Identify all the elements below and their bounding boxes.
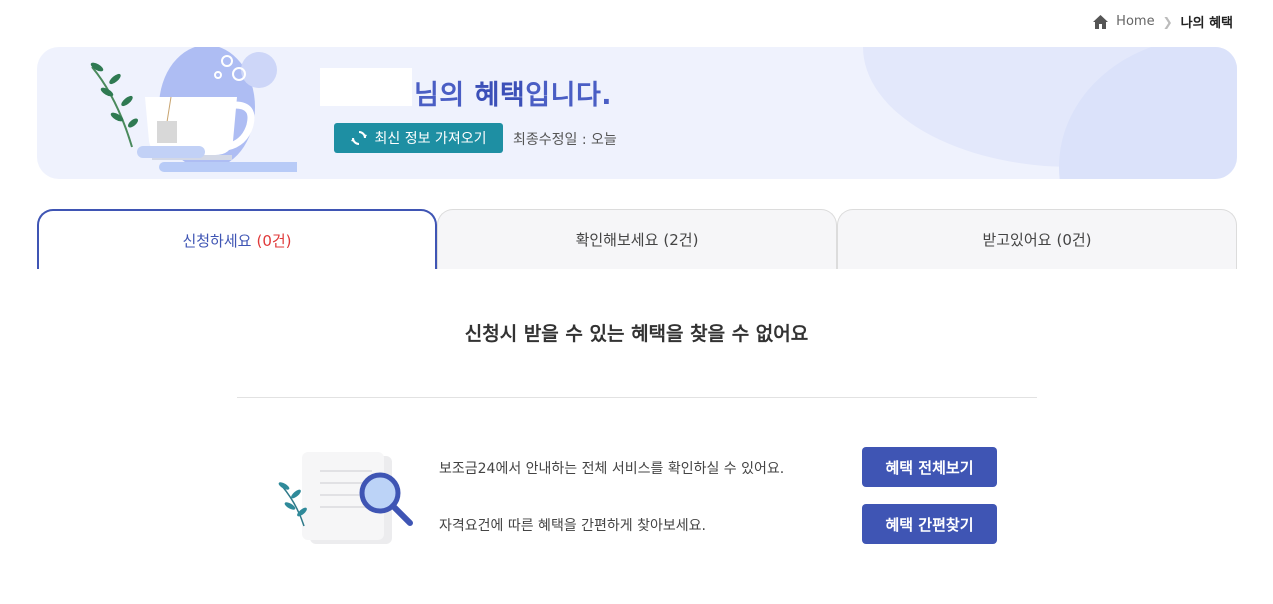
tab-count: (0건)	[256, 231, 292, 250]
easy-find-benefits-button[interactable]: 혜택 간편찾기	[862, 504, 997, 544]
benefit-tabs: 신청하세요 (0건) 확인해보세요 (2건) 받고있어요 (0건)	[37, 209, 1237, 271]
tab-apply[interactable]: 신청하세요 (0건)	[37, 209, 437, 271]
tab-count: (2건)	[663, 231, 699, 249]
user-name-mask	[320, 68, 412, 106]
refresh-icon	[350, 131, 367, 145]
tab-check[interactable]: 확인해보세요 (2건)	[437, 209, 837, 269]
breadcrumb-home-link[interactable]: Home	[1116, 14, 1154, 29]
tea-cup-illustration	[90, 47, 297, 172]
tab-receiving[interactable]: 받고있어요 (0건)	[837, 209, 1237, 269]
benefit-banner: 님의 혜택입니다. 최신 정보 가져오기 최종수정일 : 오늘	[37, 47, 1237, 179]
refresh-info-button[interactable]: 최신 정보 가져오기	[334, 123, 503, 153]
tab-label: 받고있어요	[982, 231, 1052, 249]
empty-state-message: 신청시 받을 수 있는 혜택을 찾을 수 없어요	[464, 323, 809, 345]
tab-count: (0건)	[1056, 231, 1092, 249]
divider	[237, 397, 1037, 398]
info-easy-find-text: 자격요건에 따른 혜택을 간편하게 찾아보세요.	[439, 518, 706, 534]
view-all-benefits-button[interactable]: 혜택 전체보기	[862, 447, 997, 487]
document-search-illustration	[278, 452, 413, 544]
info-all-services-text: 보조금24에서 안내하는 전체 서비스를 확인하실 수 있어요.	[439, 461, 785, 477]
tab-label: 확인해보세요	[575, 231, 659, 249]
chevron-right-icon: ❯	[1162, 14, 1173, 29]
page-title: 님의 혜택입니다.	[414, 80, 613, 111]
breadcrumb: Home ❯ 나의 혜택	[1093, 12, 1233, 31]
home-icon[interactable]	[1093, 14, 1109, 29]
last-updated-text: 최종수정일 : 오늘	[513, 132, 617, 148]
refresh-label: 최신 정보 가져오기	[374, 131, 487, 147]
breadcrumb-current: 나의 혜택	[1180, 16, 1233, 31]
tab-label: 신청하세요	[182, 231, 252, 250]
